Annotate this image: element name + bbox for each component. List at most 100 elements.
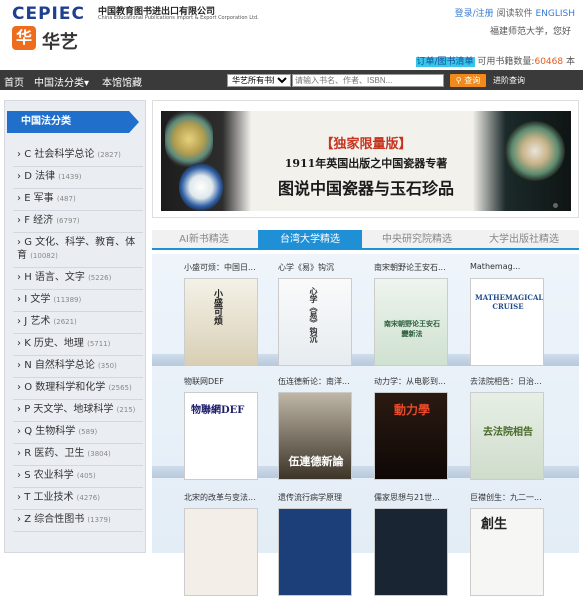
book-cover-title: 小盛可烦 — [212, 289, 222, 325]
book-card[interactable]: 南宋朝野论王安石... 南宋朝野论王安石變新法 — [374, 262, 450, 366]
book-card[interactable]: 伍连德新论：南洋... 伍連德新論 — [278, 376, 354, 480]
book-cover[interactable]: 動力學 — [374, 392, 448, 480]
tab-academia-sinica[interactable]: 中央研究院精选 — [365, 230, 469, 250]
category-item[interactable]: › S 农业科学 (405) — [13, 466, 143, 488]
book-cover[interactable]: 伍連德新論 — [278, 392, 352, 480]
category-item[interactable]: › E 军事 (487) — [13, 189, 143, 211]
category-count: (4276) — [76, 494, 100, 502]
category-item[interactable]: › Z 综合性图书 (1379) — [13, 510, 143, 532]
book-card[interactable]: 儒家思想与21世... — [374, 492, 450, 596]
category-label: F 经济 — [24, 215, 54, 226]
promo-banner[interactable]: 【独家限量版】 1911年英国出版之中国瓷器专著 图说中国瓷器与玉石珍品 — [161, 111, 571, 211]
book-card[interactable]: 小盛可烦：中国日... 小盛可烦 — [184, 262, 260, 366]
book-card[interactable]: Mathemag... MATHEMAGICAL CRUISE — [470, 262, 546, 366]
cart-line: 订单/图书清单 可用书籍数量:60468 本 — [415, 54, 575, 67]
category-item[interactable]: › O 数理科学和化学 (2565) — [13, 378, 143, 400]
book-cover-title: 南宋朝野论王安石變新法 — [384, 319, 440, 338]
category-label: T 工业技术 — [24, 492, 74, 503]
book-title: 遗传流行病学原理 — [278, 493, 342, 502]
category-item[interactable]: › G 文化、科学、教育、体育 (10082) — [13, 233, 143, 268]
book-card[interactable]: 心学《易》钩沉 心学《易》钩沉 — [278, 262, 354, 366]
nav-category[interactable]: 中国法分类▾ — [34, 74, 89, 89]
english-link[interactable]: ENGLISH — [535, 9, 575, 19]
tab-ai-new[interactable]: AI新书精选 — [152, 230, 256, 250]
book-cover[interactable]: 心学《易》钩沉 — [278, 278, 352, 366]
category-item[interactable]: › C 社会科学总论 (2827) — [13, 145, 143, 167]
category-item[interactable]: › P 天文学、地球科学 (215) — [13, 400, 143, 422]
book-cover[interactable] — [278, 508, 352, 596]
category-item[interactable]: › J 艺术 (2621) — [13, 312, 143, 334]
book-card[interactable]: 动力学：从电影到... 動力學 — [374, 376, 450, 480]
book-card[interactable]: 遗传流行病学原理 — [278, 492, 354, 596]
category-item[interactable]: › N 自然科学总论 (350) — [13, 356, 143, 378]
book-cover[interactable] — [184, 508, 258, 596]
cepiec-logo[interactable]: CEPIEC — [12, 4, 85, 24]
book-card[interactable]: 巨襟创生：九二一... 創生 — [470, 492, 546, 596]
book-title: 南宋朝野论王安石... — [374, 263, 446, 272]
huayi-logo-icon[interactable]: 华 — [12, 26, 36, 50]
book-title: 小盛可烦：中国日... — [184, 263, 256, 272]
banner-line-1: 【独家限量版】 — [320, 137, 412, 152]
book-title: 伍连德新论：南洋... — [278, 377, 350, 386]
category-count: (487) — [56, 195, 76, 203]
order-list-link[interactable]: 订单/图书清单 — [415, 57, 475, 67]
book-cover-title: 物聯網DEF — [191, 405, 245, 416]
book-cover[interactable]: 小盛可烦 — [184, 278, 258, 366]
category-item[interactable]: › H 语言、文字 (5226) — [13, 268, 143, 290]
banner-line-3: 图说中国瓷器与玉石珍品 — [277, 179, 454, 198]
welcome-text: 福建师范大学，您好 — [489, 27, 571, 37]
category-label: I 文学 — [24, 294, 51, 305]
reader-link[interactable]: 阅读软件 — [497, 9, 533, 19]
available-books-label: 可用书籍数量: — [477, 57, 535, 67]
book-cover-title: 動力學 — [393, 403, 430, 417]
banner-carousel: 【独家限量版】 1911年英国出版之中国瓷器专著 图说中国瓷器与玉石珍品 — [152, 100, 579, 218]
book-cover[interactable]: 去法院相告 — [470, 392, 544, 480]
category-label: H 语言、文字 — [24, 272, 85, 283]
site-header: CEPIEC 中国教育图书进出口有限公司 China Educational P… — [0, 0, 583, 70]
main-content: 【独家限量版】 1911年英国出版之中国瓷器专著 图说中国瓷器与玉石珍品 AI新… — [152, 100, 579, 596]
search-scope-select[interactable]: 华艺所有书籍 — [227, 74, 291, 87]
category-count: (3804) — [87, 450, 111, 458]
tab-university-press[interactable]: 大学出版社精选 — [472, 230, 576, 250]
book-cover-title: 伍連德新論 — [288, 455, 344, 468]
category-label: D 法律 — [24, 171, 56, 182]
book-card[interactable]: 去法院相告：日治... 去法院相告 — [470, 376, 546, 480]
book-grid: 小盛可烦：中国日... 小盛可烦 心学《易》钩沉 心学《易》钩沉 南宋朝野论王安… — [152, 254, 579, 596]
book-title: 物联网DEF — [184, 377, 224, 386]
category-item[interactable]: › F 经济 (6797) — [13, 211, 143, 233]
category-label: K 历史、地理 — [24, 338, 84, 349]
book-cover[interactable] — [374, 508, 448, 596]
search-button-label: 查询 — [464, 76, 481, 85]
carousel-dot[interactable] — [553, 203, 558, 208]
category-item[interactable]: › T 工业技术 (4276) — [13, 488, 143, 510]
book-cover-title: 心学《易》钩沉 — [309, 287, 319, 343]
book-cover[interactable]: 南宋朝野论王安石變新法 — [374, 278, 448, 366]
category-count: (405) — [76, 472, 96, 480]
caret-down-icon: ▾ — [84, 78, 90, 89]
brand-name: 华艺 — [42, 32, 78, 53]
category-count: (11389) — [53, 296, 82, 304]
nav-category-label: 中国法分类 — [34, 78, 84, 89]
search-input[interactable] — [292, 74, 444, 87]
category-item[interactable]: › D 法律 (1439) — [13, 167, 143, 189]
nav-home[interactable]: 首页 — [4, 74, 24, 89]
category-item[interactable]: › Q 生物科学 (589) — [13, 422, 143, 444]
book-cover[interactable]: 物聯網DEF — [184, 392, 258, 480]
category-label: S 农业科学 — [24, 470, 74, 481]
book-cover[interactable]: 創生 — [470, 508, 544, 596]
category-item[interactable]: › I 文学 (11389) — [13, 290, 143, 312]
login-link[interactable]: 登录/注册 — [455, 9, 494, 19]
book-card[interactable]: 北宋的改革与变法... — [184, 492, 260, 596]
book-card[interactable]: 物联网DEF 物聯網DEF — [184, 376, 260, 480]
category-sidebar: 中国法分类 › C 社会科学总论 (2827) › D 法律 (1439) › … — [4, 100, 146, 553]
category-label: Z 综合性图书 — [24, 514, 85, 525]
advanced-search-link[interactable]: 进阶查询 — [493, 75, 525, 86]
category-item[interactable]: › K 历史、地理 (5711) — [13, 334, 143, 356]
book-title: 动力学：从电影到... — [374, 377, 446, 386]
tab-ntu[interactable]: 台湾大学精选 — [258, 230, 362, 250]
nav-library[interactable]: 本馆馆藏 — [102, 74, 142, 89]
search-button[interactable]: ⚲ 查询 — [450, 74, 486, 87]
available-books-count: 60468 — [534, 57, 564, 67]
category-item[interactable]: › R 医药、卫生 (3804) — [13, 444, 143, 466]
book-cover[interactable]: MATHEMAGICAL CRUISE — [470, 278, 544, 366]
